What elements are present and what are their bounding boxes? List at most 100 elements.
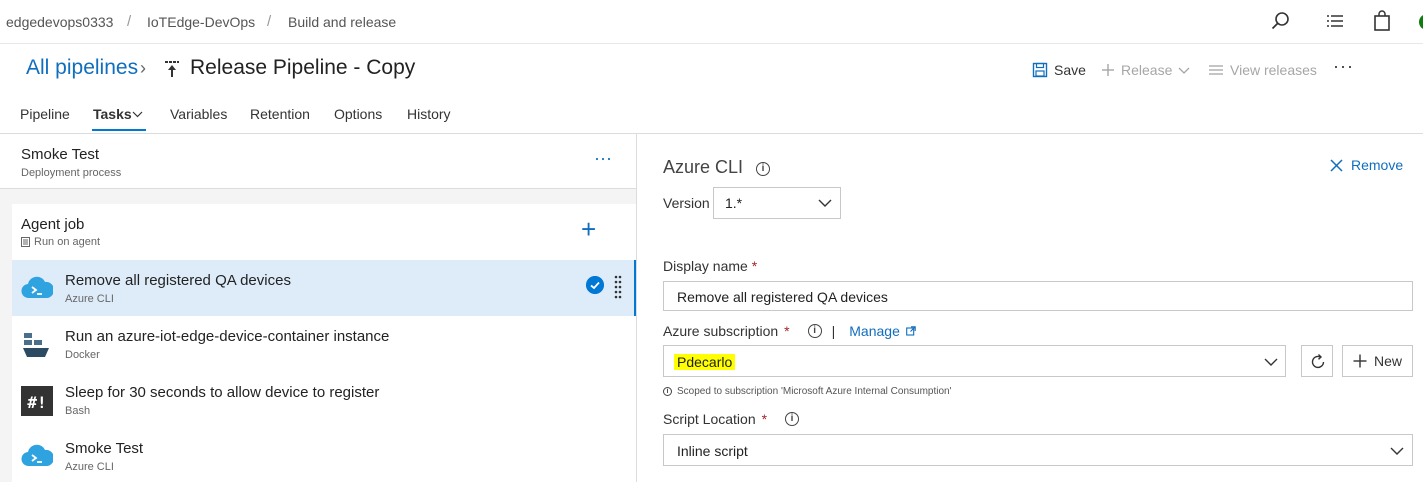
required-mark: * <box>761 411 768 427</box>
stage-header[interactable]: Smoke Test Deployment process ··· <box>0 134 636 189</box>
divider: | <box>831 323 836 339</box>
version-label: Version <box>663 195 710 211</box>
agent-job-subtitle: Run on agent <box>21 236 100 248</box>
check-circle-icon <box>586 276 604 294</box>
new-label: New <box>1374 353 1403 369</box>
breadcrumb-separator: / <box>127 13 132 30</box>
info-icon: i <box>663 387 672 396</box>
chevron-down-icon <box>818 199 832 207</box>
chevron-right-icon: › <box>140 58 146 78</box>
version-select[interactable]: 1.* <box>713 187 841 219</box>
task-subtitle: Bash <box>65 405 91 417</box>
stage-subtitle: Deployment process <box>21 167 122 179</box>
search-icon[interactable] <box>1270 10 1292 32</box>
info-icon[interactable]: i <box>756 162 771 176</box>
display-name-label-text: Display name <box>663 258 748 274</box>
tab-history[interactable]: History <box>407 106 451 122</box>
avatar[interactable] <box>1419 14 1423 30</box>
remove-label: Remove <box>1351 157 1404 173</box>
shopping-bag-icon[interactable] <box>1371 10 1393 32</box>
task-item[interactable]: #! Sleep for 30 seconds to allow device … <box>12 372 636 428</box>
task-title: Remove all registered QA devices <box>65 272 291 289</box>
tab-tasks[interactable]: Tasks <box>93 106 132 122</box>
azure-cli-icon <box>21 444 53 467</box>
script-location-value: Inline script <box>677 443 748 459</box>
subscription-highlight: Pdecarlo <box>674 354 736 370</box>
task-subtitle: Azure CLI <box>65 461 114 473</box>
chevron-down-icon <box>1264 358 1278 366</box>
script-location-label: Script Location * i <box>663 411 800 427</box>
info-icon[interactable]: i <box>807 324 822 338</box>
drag-handle-icon[interactable] <box>614 274 622 302</box>
info-icon[interactable]: i <box>785 412 800 426</box>
list-icon <box>1209 65 1223 75</box>
svg-text:#!: #! <box>27 393 46 412</box>
stage-title: Smoke Test <box>21 146 100 163</box>
remove-task-button[interactable]: Remove <box>1330 157 1403 173</box>
breadcrumb-section[interactable]: Build and release <box>288 14 396 30</box>
tab-variables[interactable]: Variables <box>170 106 227 122</box>
display-name-value: Remove all registered QA devices <box>677 289 888 305</box>
tab-retention[interactable]: Retention <box>250 106 310 122</box>
display-name-input[interactable]: Remove all registered QA devices <box>663 281 1413 311</box>
save-label: Save <box>1054 62 1086 78</box>
required-mark: * <box>784 323 790 339</box>
save-button[interactable]: Save <box>1032 62 1086 78</box>
plus-icon <box>1102 64 1114 76</box>
all-pipelines-link[interactable]: All pipelines <box>26 56 138 80</box>
plus-icon <box>1353 354 1367 368</box>
save-icon <box>1032 62 1048 78</box>
scope-note-text: Scoped to subscription 'Microsoft Azure … <box>677 386 952 397</box>
external-link-icon[interactable] <box>906 326 916 336</box>
new-subscription-button[interactable]: New <box>1342 345 1413 377</box>
azure-subscription-select[interactable]: Pdecarlo <box>663 345 1286 377</box>
stage-more-button[interactable]: ··· <box>594 148 612 169</box>
release-pipeline-icon <box>165 61 179 77</box>
task-title: Run an azure-iot-edge-device-container i… <box>65 328 390 345</box>
breadcrumb-project[interactable]: IoTEdge-DevOps <box>147 14 255 30</box>
version-value: 1.* <box>725 195 743 211</box>
close-icon <box>1330 158 1343 172</box>
task-item[interactable]: Run an azure-iot-edge-device-container i… <box>12 316 636 372</box>
agent-job[interactable]: Agent job Run on agent + <box>12 204 636 260</box>
refresh-button[interactable] <box>1301 345 1333 377</box>
azure-cli-icon <box>21 276 53 299</box>
agent-job-subtitle-text: Run on agent <box>34 236 101 248</box>
chevron-down-icon <box>1178 67 1190 74</box>
tab-options[interactable]: Options <box>334 106 382 122</box>
add-task-button[interactable]: + <box>581 216 596 242</box>
display-name-label: Display name * <box>663 258 757 274</box>
top-bar: edgedevops0333 / IoTEdge-DevOps / Build … <box>0 0 1423 44</box>
script-location-select[interactable]: Inline script <box>663 434 1413 466</box>
task-title: Sleep for 30 seconds to allow device to … <box>65 384 380 401</box>
process-pane: Smoke Test Deployment process ··· Agent … <box>0 134 637 482</box>
tab-pipeline[interactable]: Pipeline <box>20 106 70 122</box>
agent-job-title: Agent job <box>21 216 85 233</box>
task-item[interactable]: Smoke Test Azure CLI <box>12 428 636 482</box>
chevron-down-icon <box>1390 447 1404 455</box>
script-location-label-text: Script Location <box>663 411 756 427</box>
view-releases-button[interactable]: View releases <box>1208 62 1317 78</box>
release-label: Release <box>1121 62 1173 78</box>
server-icon <box>21 237 30 247</box>
task-list-icon[interactable] <box>1324 10 1346 32</box>
docker-icon <box>23 333 49 357</box>
azure-subscription-label: Azure subscription * i | Manage <box>663 323 916 339</box>
azure-subscription-value: Pdecarlo <box>674 354 736 370</box>
release-button[interactable]: Release <box>1101 62 1190 78</box>
task-detail-title: Azure CLI i <box>663 157 771 178</box>
task-subtitle: Azure CLI <box>65 293 114 305</box>
task-subtitle: Docker <box>65 349 100 361</box>
active-tab-indicator <box>92 129 146 131</box>
refresh-icon <box>1311 354 1325 369</box>
task-item[interactable]: Remove all registered QA devices Azure C… <box>12 260 636 316</box>
breadcrumb-org[interactable]: edgedevops0333 <box>6 14 113 30</box>
chevron-down-icon[interactable] <box>132 110 143 118</box>
more-actions-button[interactable]: ··· <box>1333 56 1354 77</box>
azure-subscription-label-text: Azure subscription <box>663 323 779 339</box>
manage-link[interactable]: Manage <box>849 323 900 339</box>
breadcrumb-separator: / <box>267 13 272 30</box>
bash-icon: #! <box>21 386 53 416</box>
scope-note: i Scoped to subscription 'Microsoft Azur… <box>663 386 952 397</box>
view-releases-label: View releases <box>1230 62 1317 78</box>
